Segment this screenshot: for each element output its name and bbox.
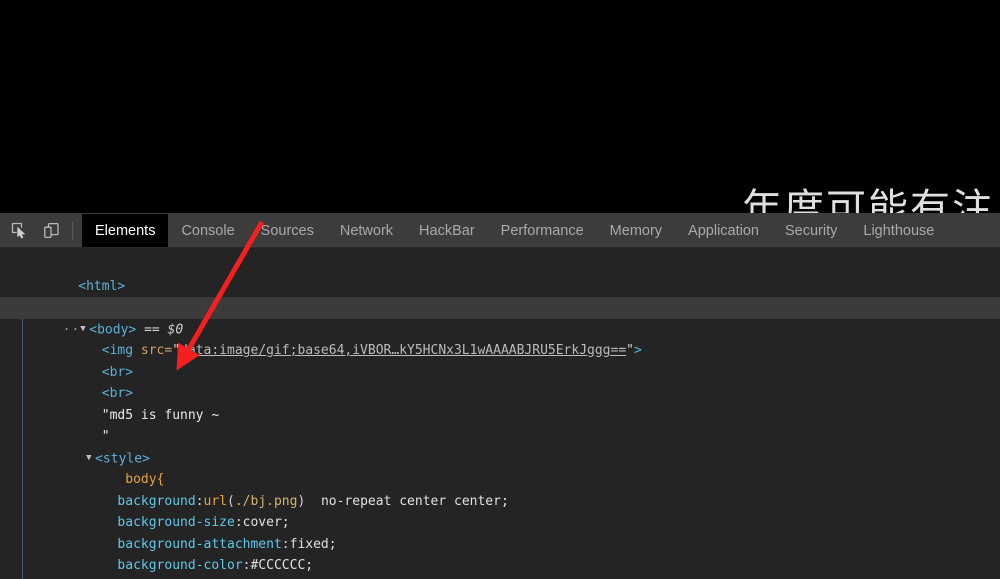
- css-selector-row[interactable]: body{: [0, 448, 1000, 487]
- tab-elements[interactable]: Elements: [82, 214, 169, 247]
- dom-node-body[interactable]: ··▼ <body> == $0: [0, 297, 1000, 337]
- tab-network[interactable]: Network: [327, 214, 406, 247]
- tab-network-label: Network: [339, 222, 394, 239]
- tab-elements-label: Elements: [95, 222, 156, 239]
- page-viewport: 年度可能有注: [0, 0, 1000, 213]
- tab-application[interactable]: Application: [675, 214, 772, 247]
- dom-node-img[interactable]: <img src="data:image/gif;base64,iVBOR…kY…: [0, 319, 1000, 358]
- dom-node-br-1[interactable]: <br>: [0, 340, 1000, 380]
- tab-console-label: Console: [181, 222, 235, 239]
- tab-application-label: Application: [688, 222, 759, 239]
- page-watermark-text: 年度可能有注: [742, 186, 994, 213]
- dom-node-br-2[interactable]: <br>: [0, 362, 1000, 401]
- device-toolbar-icon[interactable]: [38, 219, 64, 243]
- tab-security-label: Security: [784, 222, 838, 239]
- tab-memory[interactable]: Memory: [597, 214, 675, 247]
- devtools-panel: Elements Console Sources Network HackBar…: [0, 213, 1000, 579]
- tab-hackbar[interactable]: HackBar: [406, 214, 488, 247]
- tab-lighthouse[interactable]: Lighthouse: [850, 214, 947, 247]
- tab-performance-label: Performance: [500, 222, 584, 239]
- dom-text-node-line-1[interactable]: "md5 is funny ~: [0, 383, 1000, 423]
- tab-security[interactable]: Security: [772, 214, 850, 247]
- dom-tree-panel[interactable]: <html> <head></head> ··▼<body> == $0 <im…: [0, 248, 1000, 579]
- tab-performance[interactable]: Performance: [488, 214, 597, 247]
- css-rule-background-size[interactable]: background-size:cover;: [0, 491, 1000, 530]
- tab-console[interactable]: Console: [168, 214, 247, 247]
- devtools-tabs: Elements Console Sources Network HackBar…: [82, 214, 947, 247]
- tab-sources-label: Sources: [260, 222, 314, 239]
- toolbar-separator: [72, 221, 73, 240]
- tab-lighthouse-label: Lighthouse: [863, 222, 935, 239]
- devtools-tabstrip: Elements Console Sources Network HackBar…: [0, 214, 1000, 248]
- tab-hackbar-label: HackBar: [419, 222, 475, 239]
- devtools-screenshot: 年度可能有注 Elements Console Sources Network …: [0, 0, 1000, 579]
- css-rule-background-attachment[interactable]: background-attachment:fixed;: [0, 512, 1000, 552]
- devtools-tool-icons: [0, 214, 82, 247]
- dom-text-node-line-2[interactable]: ": [0, 405, 1000, 444]
- css-rule-background[interactable]: background:url(./bj.png) no-repeat cente…: [0, 469, 1000, 509]
- tab-memory-label: Memory: [609, 222, 663, 239]
- css-rule-background-color[interactable]: background-color:#CCCCCC;: [0, 534, 1000, 573]
- inspect-element-icon[interactable]: [6, 219, 32, 243]
- tab-sources[interactable]: Sources: [248, 214, 327, 247]
- dom-node-head[interactable]: <head></head>: [0, 276, 1000, 315]
- dom-node-html[interactable]: <html>: [0, 254, 1000, 294]
- dom-node-style[interactable]: ▼ <style>: [0, 426, 1000, 466]
- css-close-brace-row[interactable]: }: [0, 555, 1000, 577]
